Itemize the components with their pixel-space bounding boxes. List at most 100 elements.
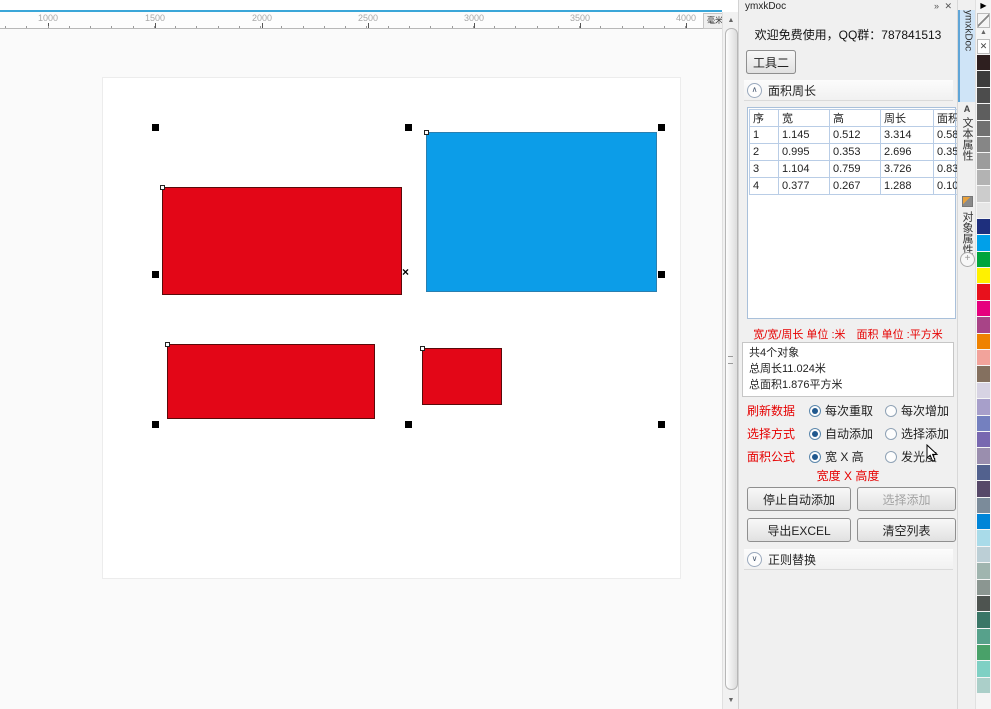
option-label: 刷新数据 — [747, 404, 795, 418]
color-swatch[interactable] — [977, 661, 990, 676]
color-swatch[interactable] — [977, 334, 990, 349]
color-swatch[interactable] — [977, 219, 990, 234]
color-palette[interactable]: ▶ ▲ ✕ — [975, 0, 991, 709]
color-swatch[interactable] — [977, 71, 990, 86]
vertical-scrollbar[interactable]: ▲ ▼ — [722, 12, 739, 709]
docker-close-icon[interactable]: ✕ — [944, 0, 952, 13]
table-row[interactable]: 31.1040.7593.7260.838 — [750, 161, 987, 178]
selection-handle[interactable] — [658, 421, 665, 428]
drawing-canvas[interactable]: 1000150020002500300035004000 毫米 × — [0, 0, 722, 709]
color-swatch[interactable] — [977, 448, 990, 463]
docker-tab-ymxkdoc[interactable]: ymxkDoc — [958, 10, 976, 102]
selection-center-marker[interactable]: × — [402, 265, 409, 279]
color-swatch[interactable] — [977, 498, 990, 513]
color-swatch[interactable] — [977, 678, 990, 693]
color-swatch[interactable] — [977, 563, 990, 578]
export-excel-button[interactable]: 导出EXCEL — [747, 518, 851, 542]
radio-selected-icon[interactable] — [809, 428, 821, 440]
add-docker-icon[interactable]: + — [960, 252, 975, 267]
color-swatch[interactable] — [977, 104, 990, 119]
section-area-perimeter[interactable]: ∧ 面积周长 — [744, 80, 953, 101]
color-swatch[interactable] — [977, 350, 990, 365]
radio-unselected-icon[interactable] — [885, 405, 897, 417]
scroll-up-arrow-icon[interactable]: ▲ — [723, 14, 739, 27]
radio-selected-icon[interactable] — [809, 451, 821, 463]
color-swatch[interactable] — [977, 612, 990, 627]
color-swatch[interactable] — [977, 121, 990, 136]
node-marker[interactable] — [424, 130, 429, 135]
horizontal-ruler[interactable]: 1000150020002500300035004000 — [0, 12, 722, 29]
color-swatch[interactable] — [977, 465, 990, 480]
selection-handle[interactable] — [658, 124, 665, 131]
radio-unselected-icon[interactable] — [885, 428, 897, 440]
no-color-swatch[interactable] — [977, 13, 990, 28]
docker-tab-object-properties[interactable]: 对象属性 — [958, 196, 976, 284]
color-swatch[interactable] — [977, 268, 990, 283]
option-row: 面积公式宽 X 高发光度 — [747, 448, 952, 464]
color-swatch[interactable] — [977, 629, 990, 644]
color-swatch[interactable] — [977, 137, 990, 152]
radio-selected-icon[interactable] — [809, 405, 821, 417]
radio-option[interactable]: 每次重取 — [809, 402, 873, 419]
table-row[interactable]: 20.9950.3532.6960.351 — [750, 144, 987, 161]
color-swatch[interactable] — [977, 399, 990, 414]
palette-flyout-arrow-icon[interactable]: ▶ — [976, 0, 991, 12]
color-swatch[interactable] — [977, 301, 990, 316]
color-swatch[interactable] — [977, 383, 990, 398]
color-swatch[interactable] — [977, 432, 990, 447]
color-swatch[interactable] — [977, 203, 990, 218]
color-swatch[interactable] — [977, 186, 990, 201]
rect-red-2[interactable] — [167, 344, 375, 419]
color-swatch[interactable] — [977, 547, 990, 562]
radio-unselected-icon[interactable] — [885, 451, 897, 463]
rect-red-1[interactable] — [162, 187, 402, 295]
palette-scroll-up-icon[interactable]: ▲ — [976, 28, 991, 38]
stop-auto-add-button[interactable]: 停止自动添加 — [747, 487, 851, 511]
rect-blue[interactable] — [426, 132, 657, 292]
color-swatch[interactable] — [977, 170, 990, 185]
selection-handle[interactable] — [152, 421, 159, 428]
rect-red-3[interactable] — [422, 348, 502, 405]
chevron-down-icon[interactable]: ∨ — [747, 552, 762, 567]
no-fill-x-swatch[interactable]: ✕ — [977, 39, 990, 54]
radio-option[interactable]: 宽 X 高 — [809, 448, 864, 465]
clear-list-button[interactable]: 清空列表 — [857, 518, 956, 542]
table-row[interactable]: 40.3770.2671.2880.101 — [750, 178, 987, 195]
color-swatch[interactable] — [977, 88, 990, 103]
tab-tool2-button[interactable]: 工具二 — [746, 50, 796, 74]
color-swatch[interactable] — [977, 366, 990, 381]
radio-option-label: 每次增加 — [901, 402, 949, 419]
chevron-up-icon[interactable]: ∧ — [747, 83, 762, 98]
radio-option[interactable]: 自动添加 — [809, 425, 873, 442]
node-marker[interactable] — [160, 185, 165, 190]
radio-option[interactable]: 选择添加 — [885, 425, 949, 442]
color-swatch[interactable] — [977, 153, 990, 168]
color-swatch[interactable] — [977, 284, 990, 299]
selection-handle[interactable] — [152, 124, 159, 131]
color-swatch[interactable] — [977, 596, 990, 611]
docker-tab-text-properties[interactable]: A 文本属性 — [958, 104, 976, 192]
color-swatch[interactable] — [977, 514, 990, 529]
node-marker[interactable] — [165, 342, 170, 347]
color-swatch[interactable] — [977, 416, 990, 431]
color-swatch[interactable] — [977, 530, 990, 545]
color-swatch[interactable] — [977, 317, 990, 332]
color-swatch[interactable] — [977, 252, 990, 267]
color-swatch[interactable] — [977, 481, 990, 496]
selection-handle[interactable] — [658, 271, 665, 278]
section-regex-replace[interactable]: ∨ 正则替换 — [744, 549, 953, 570]
selection-handle[interactable] — [405, 421, 412, 428]
measurement-table[interactable]: 序宽高周长面积11.1450.5123.3140.58620.9950.3532… — [749, 109, 987, 195]
selection-handle[interactable] — [152, 271, 159, 278]
scrollbar-thumb[interactable] — [725, 28, 738, 690]
selection-handle[interactable] — [405, 124, 412, 131]
radio-option[interactable]: 每次增加 — [885, 402, 949, 419]
color-swatch[interactable] — [977, 235, 990, 250]
color-swatch[interactable] — [977, 580, 990, 595]
scroll-down-arrow-icon[interactable]: ▼ — [723, 694, 739, 707]
color-swatch[interactable] — [977, 645, 990, 660]
color-swatch[interactable] — [977, 55, 990, 70]
docker-pin-icon[interactable]: » — [934, 0, 939, 13]
table-row[interactable]: 11.1450.5123.3140.586 — [750, 127, 987, 144]
node-marker[interactable] — [420, 346, 425, 351]
